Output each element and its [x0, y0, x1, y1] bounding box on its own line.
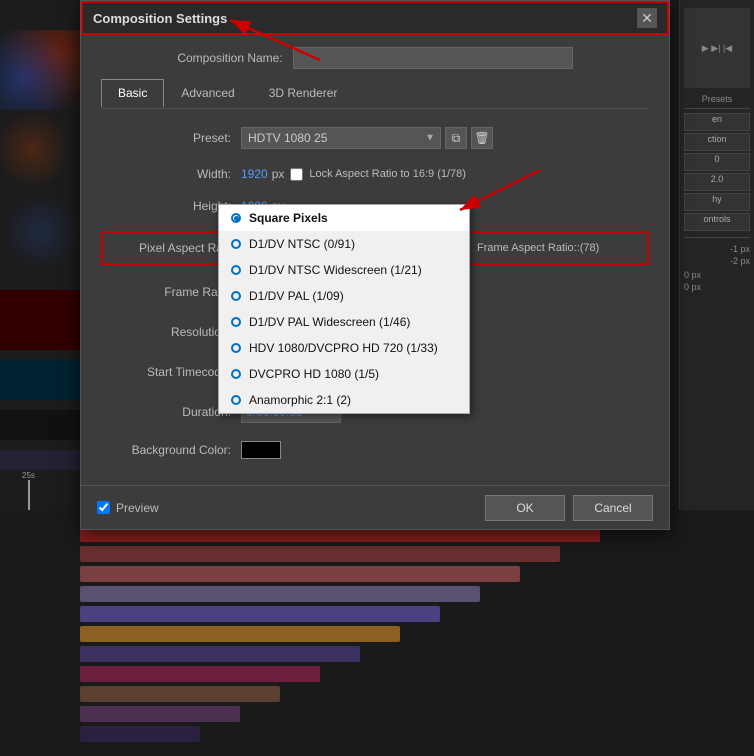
preset-row: Preset: HDTV 1080 25 ▼ ⧉ 🗑 [101, 127, 649, 149]
par-dropdown-menu: Square Pixels D1/DV NTSC (0/91) D1/DV NT… [218, 204, 470, 414]
timeline-bar-10 [80, 726, 200, 742]
radio-icon-7 [231, 395, 241, 405]
left-panel: 25s [0, 0, 82, 510]
preview-checkbox-row: Preview [97, 501, 159, 515]
timeline-bar-3 [80, 586, 480, 602]
dropdown-item-label-7: Anamorphic 2:1 (2) [249, 393, 351, 407]
dropdown-item-5[interactable]: HDV 1080/DVCPRO HD 720 (1/33) [219, 335, 469, 361]
right-panel-presets-label: Presets [684, 94, 750, 104]
ok-button[interactable]: OK [485, 495, 565, 521]
width-unit: px [272, 167, 285, 181]
radio-selected-icon [231, 213, 241, 223]
footer-buttons: OK Cancel [485, 495, 653, 521]
preset-copy-button[interactable]: ⧉ [445, 127, 467, 149]
timeline-bar-2 [80, 566, 520, 582]
dropdown-item-label-1: D1/DV NTSC (0/91) [249, 237, 355, 251]
dropdown-item-label-3: D1/DV PAL (1/09) [249, 289, 344, 303]
timeline-bar-4 [80, 606, 440, 622]
dropdown-item-1[interactable]: D1/DV NTSC (0/91) [219, 231, 469, 257]
right-panel-btn-2[interactable]: ction [684, 133, 750, 151]
right-panel: ▶ ▶| |◀ Presets en ction 0 2.0 hy ontrol… [679, 0, 754, 510]
right-panel-btn-4[interactable]: 2.0 [684, 173, 750, 191]
dropdown-item-3[interactable]: D1/DV PAL (1/09) [219, 283, 469, 309]
timeline-bar-9 [80, 706, 240, 722]
dropdown-item-label-4: D1/DV PAL Widescreen (1/46) [249, 315, 410, 329]
width-row: Width: 1920 px Lock Aspect Ratio to 16:9… [101, 167, 649, 181]
dialog-titlebar: Composition Settings ✕ [81, 1, 669, 35]
timeline-bar-5 [80, 626, 400, 642]
timeline-bar-1 [80, 546, 560, 562]
lock-aspect-checkbox[interactable] [290, 168, 303, 181]
timeline-bar-6 [80, 646, 360, 662]
preset-label: Preset: [101, 131, 241, 145]
radio-icon-6 [231, 369, 241, 379]
right-panel-btn-6[interactable]: ontrols [684, 213, 750, 231]
timeline-bar-8 [80, 686, 280, 702]
dropdown-item-4[interactable]: D1/DV PAL Widescreen (1/46) [219, 309, 469, 335]
frame-aspect-detail: (78) [580, 242, 600, 254]
bg-color-swatch[interactable] [241, 441, 281, 459]
radio-icon-2 [231, 265, 241, 275]
right-panel-btn-5[interactable]: hy [684, 193, 750, 211]
right-panel-btn-3[interactable]: 0 [684, 153, 750, 171]
dropdown-item-2[interactable]: D1/DV NTSC Widescreen (1/21) [219, 257, 469, 283]
radio-icon-4 [231, 317, 241, 327]
width-value[interactable]: 1920 [241, 167, 268, 181]
tabs-container: Basic Advanced 3D Renderer [101, 79, 649, 109]
lock-aspect-row: Lock Aspect Ratio to 16:9 (1/78) [290, 168, 466, 181]
dialog-title: Composition Settings [93, 11, 227, 26]
lock-aspect-label: Lock Aspect Ratio to 16:9 (1/78) [309, 168, 466, 180]
width-label: Width: [101, 167, 241, 181]
preview-label: Preview [116, 501, 159, 515]
frame-aspect-label: Frame Aspect Ratio: [477, 242, 577, 254]
dropdown-item-label-5: HDV 1080/DVCPRO HD 720 (1/33) [249, 341, 438, 355]
comp-name-row: Composition Name: [101, 47, 649, 69]
cancel-button[interactable]: Cancel [573, 495, 653, 521]
radio-icon-3 [231, 291, 241, 301]
tab-advanced[interactable]: Advanced [164, 79, 251, 108]
dropdown-item-label-6: DVCPRO HD 1080 (1/5) [249, 367, 379, 381]
right-panel-btn-1[interactable]: en [684, 113, 750, 131]
bg-color-row: Background Color: [101, 441, 649, 459]
tab-basic[interactable]: Basic [101, 79, 164, 108]
close-button[interactable]: ✕ [637, 8, 657, 28]
preview-checkbox[interactable] [97, 501, 110, 514]
tab-3d-renderer[interactable]: 3D Renderer [252, 79, 355, 108]
radio-icon-5 [231, 343, 241, 353]
preset-select-wrapper: HDTV 1080 25 ▼ [241, 127, 441, 149]
bg-color-label: Background Color: [101, 443, 241, 457]
radio-icon-1 [231, 239, 241, 249]
dropdown-item-0[interactable]: Square Pixels [219, 205, 469, 231]
comp-name-input[interactable] [293, 47, 573, 69]
dropdown-item-label-2: D1/DV NTSC Widescreen (1/21) [249, 263, 422, 277]
dropdown-item-7[interactable]: Anamorphic 2:1 (2) [219, 387, 469, 413]
preset-delete-button[interactable]: 🗑 [471, 127, 493, 149]
timeline-bar-7 [80, 666, 320, 682]
timeline-panel [80, 516, 680, 756]
dialog-footer: Preview OK Cancel [81, 485, 669, 529]
dropdown-item-6[interactable]: DVCPRO HD 1080 (1/5) [219, 361, 469, 387]
dropdown-item-label-0: Square Pixels [249, 211, 328, 225]
preset-select[interactable]: HDTV 1080 25 [241, 127, 441, 149]
comp-name-label: Composition Name: [177, 51, 282, 65]
